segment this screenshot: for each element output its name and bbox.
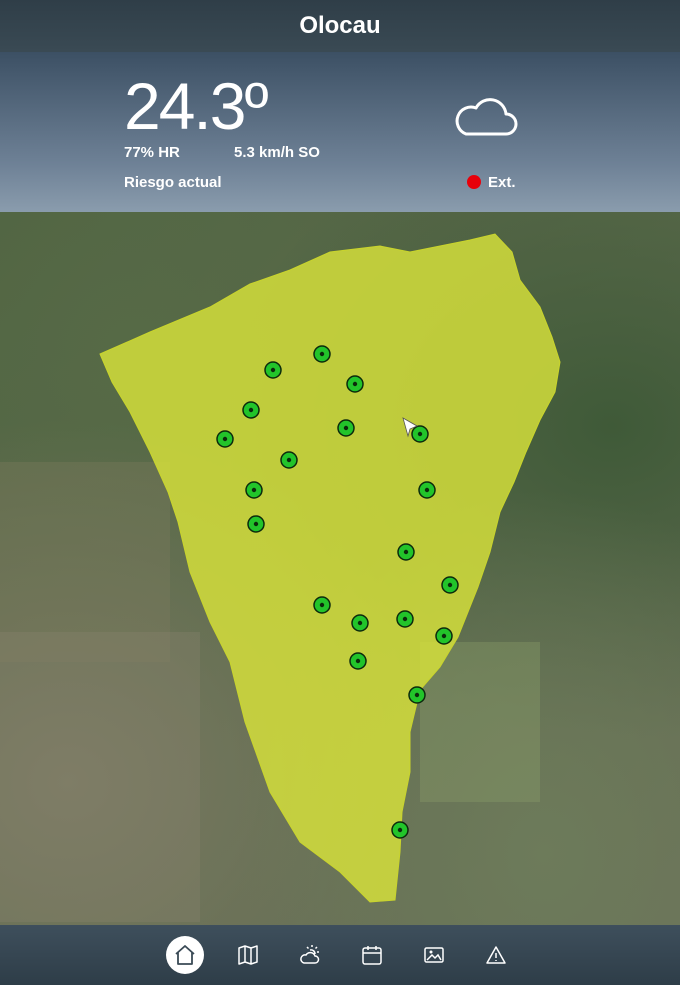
risk-indicator-dot: [467, 175, 481, 189]
humidity-value: 77% HR: [124, 144, 180, 161]
station-marker-center: [319, 602, 325, 608]
station-marker-center: [357, 620, 363, 626]
station-marker-center: [222, 436, 228, 442]
tab-images[interactable]: [416, 937, 452, 973]
station-marker-center: [251, 487, 257, 493]
station-marker-center: [441, 633, 447, 639]
image-icon: [424, 947, 444, 963]
station-marker-center: [414, 692, 420, 698]
app-header: Olocau: [0, 0, 680, 52]
station-marker-center: [270, 367, 276, 373]
map-icon: [238, 945, 258, 965]
home-icon: [175, 945, 195, 965]
map-view[interactable]: [0, 212, 680, 925]
station-marker-center: [424, 487, 430, 493]
tab-alerts[interactable]: [478, 937, 514, 973]
weather-panel: 24.3º 77% HR 5.3 km/h SO Riesgo actual E…: [0, 52, 680, 212]
cloud-icon: [455, 98, 518, 136]
station-marker-center: [253, 521, 259, 527]
risk-level: Ext.: [488, 174, 516, 191]
station-marker-center: [352, 381, 358, 387]
station-marker-center: [355, 658, 361, 664]
station-marker-center: [403, 549, 409, 555]
map-canvas[interactable]: [0, 212, 680, 925]
station-marker-center: [248, 407, 254, 413]
risk-label: Riesgo actual: [124, 174, 222, 191]
urban-patch: [0, 632, 200, 922]
page-title: Olocau: [299, 12, 381, 39]
station-marker-center: [447, 582, 453, 588]
station-marker-center: [319, 351, 325, 357]
temperature-value: 24.3º: [124, 69, 269, 143]
wind-value: 5.3 km/h SO: [234, 144, 320, 161]
station-marker-center: [343, 425, 349, 431]
warning-icon: [486, 946, 506, 964]
station-marker-center: [286, 457, 292, 463]
tab-home[interactable]: [166, 936, 204, 974]
weather-icon: [300, 945, 320, 964]
station-marker-center: [397, 827, 403, 833]
bottom-tab-bar: [0, 925, 680, 985]
station-marker-center: [417, 431, 423, 437]
calendar-icon: [362, 946, 382, 965]
tab-map[interactable]: [230, 937, 266, 973]
station-marker-center: [402, 616, 408, 622]
tab-weather[interactable]: [292, 937, 328, 973]
tab-calendar[interactable]: [354, 937, 390, 973]
